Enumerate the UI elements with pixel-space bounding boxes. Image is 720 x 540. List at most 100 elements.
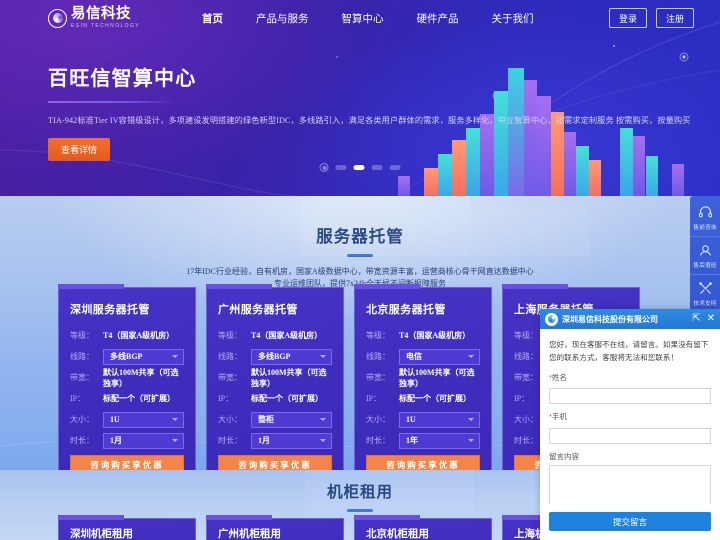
site-logo[interactable]: 易信科技 ESIN TECHNOLOGY [48,7,140,29]
chat-widget: 深圳易信科技股份有限公司 ⇱ ✕ 您好，现在客服不在线，请留言。如果没有留下您的… [540,309,720,540]
chat-field-phone: *手机 [549,411,711,444]
cabinet-card-title: 北京机柜租用 [366,528,429,540]
duration-select[interactable]: 1月 [251,432,332,449]
side-item-presales-label: 售前咨询 [693,225,717,231]
row-value-bandwidth: 默认100M共享（可选独享） [103,367,179,388]
cabinet-card-title: 深圳机柜租用 [70,528,133,540]
side-item-aftersales[interactable]: 售后值班 [690,237,720,275]
size-select[interactable]: 整柜 [251,411,332,428]
hero-content: 百旺信智算中心 TIA-942标准Tier IV容错级设计，多项建设发明搭建的绿… [48,62,691,161]
duration-select[interactable]: 1年 [399,432,480,449]
chat-name-input[interactable] [549,388,711,405]
line-select-value: 多线BGP [110,352,143,361]
login-button[interactable]: 登录 [608,8,647,28]
chat-company-title: 深圳易信科技股份有限公司 [562,314,658,324]
row-value-grade: T4（国家A级机房） [399,331,471,340]
cabinet-card-shenzhen[interactable]: 深圳机柜租用 [58,515,196,540]
chevron-down-icon [172,355,178,358]
card-row-duration: 时长： 1月 [218,431,332,450]
row-label-ip: IP： [218,394,234,403]
size-select[interactable]: 1U [399,411,480,428]
row-label-line: 线路： [366,352,390,361]
row-label-size: 大小： [366,415,390,424]
close-icon[interactable]: ✕ [707,314,715,324]
row-label-duration: 时长： [218,436,242,445]
chat-submit-button[interactable]: 提交留言 [549,512,711,531]
nav-item-about[interactable]: 关于我们 [491,11,533,26]
card-row-line: 线路： 电信 [366,347,480,366]
hosting-card-shenzhen[interactable]: 深圳服务器托管 等级： T4（国家A级机房） 线路： 多线BGP 带宽： 默认1… [58,284,196,470]
duration-select[interactable]: 1月 [103,432,184,449]
cabinet-card-beijing[interactable]: 北京机柜租用 [354,515,492,540]
duration-select-value: 1年 [406,436,418,445]
row-label-grade: 等级： [218,331,242,340]
chat-name-label: *姓名 [549,372,711,383]
line-select[interactable]: 多线BGP [103,348,184,365]
chevron-down-icon [468,355,474,358]
row-value-bandwidth: 默认100M共享（可选独享） [399,367,475,388]
buy-button[interactable]: 咨询购买享优惠 [218,455,332,470]
size-select[interactable]: 1U [103,411,184,428]
card-row-ip: IP： 标配一个（可扩展） [218,389,332,408]
nav-item-home[interactable]: 首页 [202,11,223,26]
card-row-size: 大小： 整柜 [218,410,332,429]
hosting-card-beijing[interactable]: 北京服务器托管 等级： T4（国家A级机房） 线路： 电信 带宽： 默认100M… [354,284,492,470]
cabinet-card-guangzhou[interactable]: 广州机柜租用 [206,515,344,540]
card-row-duration: 时长： 1月 [70,431,184,450]
nav-menu: 首页 产品与服务 智算中心 硬件产品 关于我们 [202,11,567,26]
carousel-dot-3[interactable] [371,165,383,170]
card-title: 广州服务器托管 [218,304,298,316]
chevron-down-icon [172,418,178,421]
register-button[interactable]: 注册 [655,8,694,28]
carousel-dot-2[interactable] [353,165,365,170]
row-label-ip: IP： [366,394,382,403]
row-label-size: 大小： [218,415,242,424]
card-row-bandwidth: 带宽： 默认100M共享（可选独享） [70,367,184,388]
nav-item-compute-center[interactable]: 智算中心 [341,11,383,26]
row-label-bandwidth: 带宽： [218,373,242,382]
chat-message-textarea[interactable] [549,464,711,504]
side-item-tech-support-label: 技术支持 [693,301,717,307]
line-select-value: 电信 [406,352,422,361]
card-row-line: 线路： 多线BGP [218,347,332,366]
chat-phone-label: *手机 [549,411,711,422]
row-label-ip: IP： [70,394,86,403]
chevron-down-icon [320,355,326,358]
chat-offline-message: 您好，现在客服不在线，请留言。如果没有留下您的联系方式，客服将无法和您联系！ [549,340,709,363]
hosting-card-guangzhou[interactable]: 广州服务器托管 等级： T4（国家A级机房） 线路： 多线BGP 带宽： 默认1… [206,284,344,470]
hero-description: TIA-942标准Tier IV容错级设计，多项建设发明搭建的绿色新型IDC，多… [48,116,691,125]
chevron-down-icon [172,439,178,442]
card-row-line: 线路： 多线BGP [70,347,184,366]
side-item-presales[interactable]: 售前咨询 [690,199,720,237]
size-select-value: 整柜 [258,415,274,424]
carousel-dot-0[interactable] [319,163,329,172]
row-label-bandwidth: 带宽： [70,373,94,382]
chat-phone-input[interactable] [549,427,711,444]
nav-item-products[interactable]: 产品与服务 [256,11,309,26]
row-value-ip: 标配一个（可扩展） [103,394,175,403]
row-label-grade: 等级： [366,331,390,340]
card-title: 北京服务器托管 [366,304,446,316]
row-value-grade: T4（国家A级机房） [251,331,323,340]
row-label-line: 线路： [70,352,94,361]
hero-detail-button[interactable]: 查看详情 [48,138,111,161]
row-label-bandwidth: 带宽： [366,373,390,382]
chat-phone-label-text: 手机 [551,412,567,422]
popout-icon[interactable]: ⇱ [692,314,700,324]
tools-icon [698,282,712,294]
side-service-toolbar: 售前咨询 售后值班 技术支持 [690,196,720,316]
nav-item-hardware[interactable]: 硬件产品 [416,11,458,26]
side-item-tech-support[interactable]: 技术支持 [690,275,720,312]
line-select[interactable]: 多线BGP [251,348,332,365]
buy-button[interactable]: 咨询购买享优惠 [366,455,480,470]
carousel-dot-1[interactable] [335,165,347,170]
duration-select-value: 1月 [110,436,122,445]
chat-message-label: 留言内容 [549,451,579,461]
carousel-dot-4[interactable] [389,165,401,170]
buy-button[interactable]: 咨询购买享优惠 [70,455,184,470]
card-row-size: 大小： 1U [366,410,480,429]
chat-logo-icon [545,312,558,326]
line-select[interactable]: 电信 [399,348,480,365]
row-label-size: 大小： [70,415,94,424]
logo-text-en: ESIN TECHNOLOGY [71,22,140,29]
